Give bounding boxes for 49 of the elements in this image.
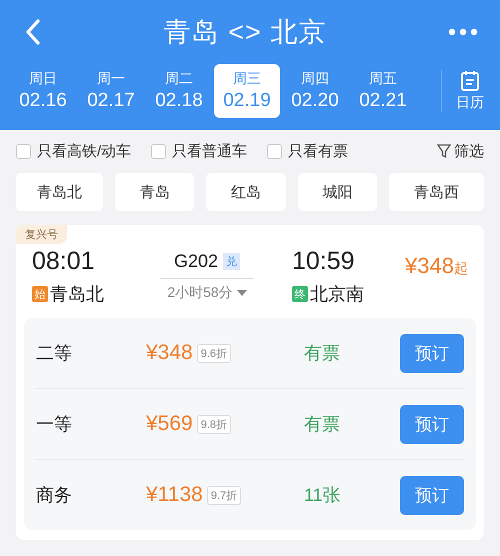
date-tab[interactable]: 周三 02.19 (214, 64, 280, 118)
date-tab[interactable]: 周二 02.18 (146, 64, 212, 118)
arrive-station: 北京南 (310, 283, 364, 306)
discount-tag: 9.7折 (206, 486, 242, 504)
seat-class: 二等 (36, 342, 73, 365)
book-button[interactable]: 预订 (400, 334, 464, 372)
date-tab[interactable]: 周一 02.17 (78, 64, 144, 118)
arrive-time: 10:59 (292, 247, 356, 276)
date-tab[interactable]: 周日 02.16 (10, 64, 76, 118)
seat-price: ¥348 (146, 341, 193, 365)
filter-checkbox[interactable]: 只看有票 (267, 142, 348, 161)
station-chip[interactable]: 青岛北 (16, 173, 104, 211)
train-type-badge: 复兴号 (16, 225, 67, 244)
date-tab[interactable]: 周四 02.20 (282, 64, 348, 118)
funnel-icon (437, 144, 451, 159)
discount-tag: 9.8折 (196, 414, 232, 434)
filter-checkbox[interactable]: 只看普通车 (151, 142, 248, 161)
station-chip[interactable]: 青岛 (115, 173, 194, 211)
start-tag: 始 (32, 286, 48, 302)
availability: 11张 (304, 484, 341, 507)
more-icon[interactable] (448, 28, 478, 36)
depart-time: 08:01 (32, 247, 96, 276)
seat-price: ¥569 (146, 412, 193, 436)
station-chip[interactable]: 红岛 (206, 173, 286, 211)
seat-price: ¥1138 (146, 483, 203, 507)
duration-toggle[interactable]: 2小时58分 (167, 284, 247, 302)
seat-class: 一等 (36, 413, 73, 436)
route-title: 青岛 <> 北京 (164, 16, 326, 49)
availability: 有票 (304, 342, 340, 365)
seat-class: 商务 (36, 484, 73, 507)
book-button[interactable]: 预订 (400, 404, 464, 444)
filter-checkbox[interactable]: 只看高铁/动车 (16, 142, 132, 161)
caret-icon (236, 290, 247, 296)
station-chip[interactable]: 青岛西 (388, 173, 484, 211)
book-button[interactable]: 预订 (400, 476, 464, 514)
train-number: G202 (174, 251, 218, 272)
calendar-icon (460, 70, 480, 92)
end-tag: 终 (292, 286, 308, 302)
filter-button[interactable]: 筛选 (437, 142, 484, 161)
discount-tag: 9.6折 (196, 344, 232, 362)
lowest-price: ¥348起 (405, 253, 468, 279)
station-chip[interactable]: 城阳 (298, 173, 377, 211)
availability: 有票 (304, 413, 340, 436)
train-card[interactable]: 复兴号 08:01 始 青岛北 G202 兑 2小时58分 10:59 终 北京南 ¥348起 二等 ¥348 9.6折 有票 预订 一等 ¥569 9.8折 有票 预订 商务 ¥1138 9.7折 11张 预订 (16, 225, 484, 540)
back-icon[interactable] (24, 18, 42, 46)
depart-station: 青岛北 (50, 283, 104, 306)
date-tab[interactable]: 周五 02.21 (350, 64, 416, 118)
calendar-button[interactable]: 日历 (441, 70, 484, 112)
redeem-tag: 兑 (223, 253, 240, 270)
